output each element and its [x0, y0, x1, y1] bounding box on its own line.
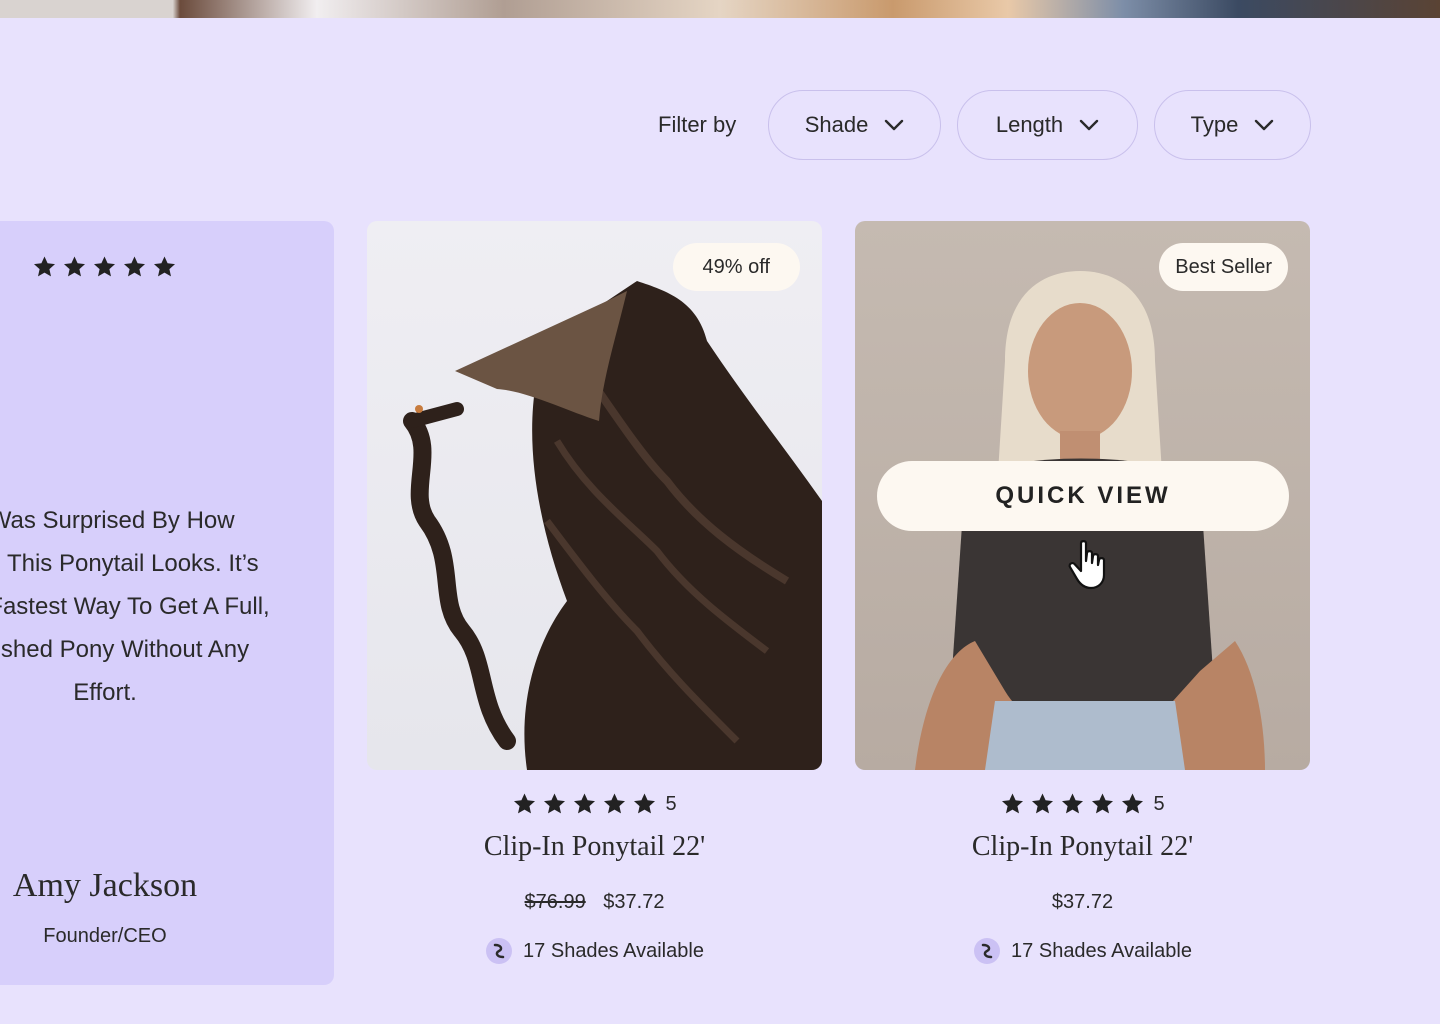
- chevron-down-icon: [1079, 119, 1099, 131]
- star-icon: [34, 256, 55, 277]
- star-icon: [64, 256, 85, 277]
- product-image[interactable]: 49% off: [367, 221, 822, 770]
- shades-available[interactable]: 17 Shades Available: [855, 937, 1310, 965]
- product-image[interactable]: Best Seller QUICK VIEW: [855, 221, 1310, 770]
- star-icon: [1002, 793, 1024, 814]
- star-icon: [1122, 793, 1144, 814]
- filter-shade-dropdown[interactable]: Shade: [768, 90, 941, 160]
- testimonial-rating: [32, 255, 177, 279]
- star-icon: [94, 256, 115, 277]
- product-rating: 5: [855, 792, 1310, 816]
- star-icon: [634, 793, 656, 814]
- filter-length-dropdown[interactable]: Length: [957, 90, 1138, 160]
- sale-price: $37.72: [603, 891, 665, 913]
- testimonial-quote: I Was Surprised By How Real This Ponytai…: [0, 499, 350, 714]
- star-icon: [604, 793, 626, 814]
- filter-shade-label: Shade: [804, 112, 869, 137]
- rating-value: 5: [665, 792, 677, 815]
- hero-image-strip: [0, 0, 1440, 18]
- testimonial-author-name: Amy Jackson: [12, 867, 198, 904]
- best-seller-badge: Best Seller: [1159, 243, 1288, 291]
- star-icon: [574, 793, 596, 814]
- quote-line: Effort.: [73, 679, 137, 706]
- quote-line: Real This Ponytail Looks. It’s: [0, 550, 259, 577]
- filter-length-label: Length: [995, 112, 1064, 137]
- star-icon: [1062, 793, 1084, 814]
- shade-swatch-icon: [486, 938, 513, 964]
- sale-price: $37.72: [1051, 891, 1114, 913]
- original-price: $76.99: [524, 891, 586, 913]
- quote-line: Polished Pony Without Any: [0, 636, 250, 663]
- filter-type-dropdown[interactable]: Type: [1154, 90, 1311, 160]
- testimonial-card: I Was Surprised By How Real This Ponytai…: [0, 221, 334, 985]
- filter-type-label: Type: [1190, 112, 1239, 137]
- hand-pointer-cursor-icon: [1068, 540, 1106, 590]
- star-icon: [1032, 793, 1054, 814]
- star-icon: [154, 256, 175, 277]
- quote-line: The Fastest Way To Get A Full,: [0, 593, 270, 620]
- product-title[interactable]: Clip-In Ponytail 22': [367, 831, 822, 863]
- shades-label: 17 Shades Available: [1011, 939, 1192, 962]
- product-price: $76.99 $37.72: [367, 891, 822, 914]
- product-title[interactable]: Clip-In Ponytail 22': [855, 831, 1310, 863]
- product-card[interactable]: 49% off 5 Clip-In Ponytail 22' $76.99 $3…: [367, 221, 822, 964]
- product-price: $37.72: [855, 891, 1310, 914]
- star-icon: [1092, 793, 1114, 814]
- shade-swatch-icon: [974, 938, 1001, 964]
- testimonial-author-role: Founder/CEO: [43, 925, 167, 947]
- ponytail-product-photo: [403, 281, 822, 770]
- product-card[interactable]: Best Seller QUICK VIEW 5 Clip-In Ponytai…: [855, 221, 1310, 964]
- star-icon: [124, 256, 145, 277]
- star-icon: [514, 793, 536, 814]
- quick-view-button[interactable]: QUICK VIEW: [877, 461, 1289, 531]
- filter-label: Filter by: [658, 112, 737, 137]
- discount-badge: 49% off: [672, 243, 800, 291]
- shades-available[interactable]: 17 Shades Available: [367, 937, 822, 965]
- rating-value: 5: [1153, 792, 1165, 815]
- chevron-down-icon: [885, 119, 904, 131]
- product-rating: 5: [367, 792, 822, 816]
- shades-label: 17 Shades Available: [523, 939, 704, 962]
- chevron-down-icon: [1255, 119, 1274, 131]
- quote-line: I Was Surprised By How: [0, 507, 235, 534]
- star-icon: [544, 793, 566, 814]
